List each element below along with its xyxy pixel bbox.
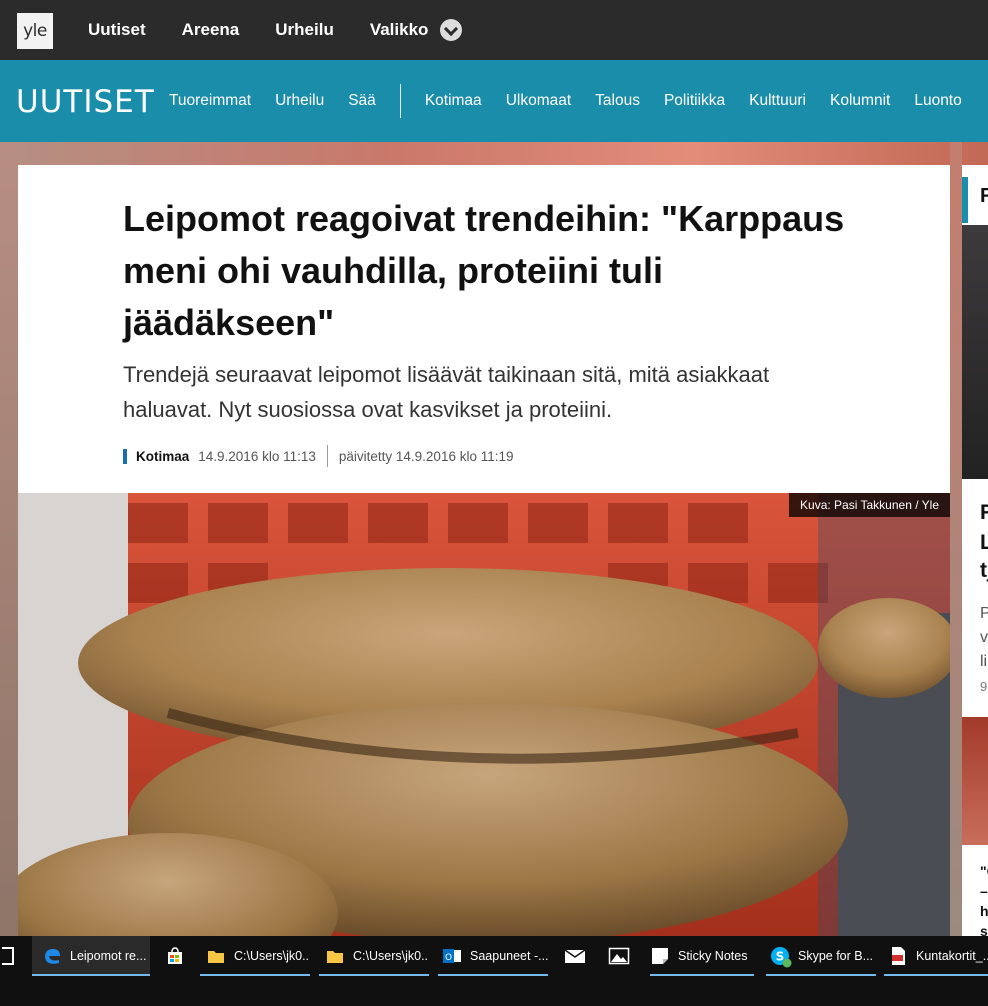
article-headline: Leipomot reagoivat trendeihin: "Karppaus… (123, 198, 845, 343)
sidebar-header (962, 177, 968, 223)
section-nav-kotimaa[interactable]: Kotimaa (425, 92, 482, 110)
open-indicator (319, 974, 429, 976)
section-nav-ulkomaat[interactable]: Ulkomaat (506, 92, 571, 110)
menu-label: Valikko (369, 20, 429, 39)
taskbar-item-label: Kuntakortit_... (916, 949, 988, 963)
article-card: Leipomot reagoivat trendeihin: "Karppaus… (18, 165, 950, 936)
photo-credit: Kuva: Pasi Takkunen / Yle (789, 493, 950, 517)
taskbar-item-sticky-notes[interactable]: Sticky Notes (650, 936, 754, 976)
taskbar-item-label: Sticky Notes (678, 949, 748, 963)
yle-logo[interactable]: yle (17, 13, 53, 49)
top-nav-uutiset[interactable]: Uutiset (88, 20, 146, 40)
taskbar-item-explorer-2[interactable]: C:\Users\jk0... (319, 936, 429, 976)
folder-icon (325, 946, 345, 966)
page-background-left (0, 142, 18, 936)
sticky-notes-icon (650, 946, 670, 966)
taskbar-item-edge[interactable]: Leipomot re... (32, 936, 150, 976)
uutiset-logo[interactable]: UUTISET (16, 84, 155, 120)
photos-icon (608, 946, 630, 966)
taskbar-item-label: Skype for B... (798, 949, 874, 963)
open-indicator (650, 974, 754, 976)
sidebar-headline-fragment-5[interactable]: – (980, 883, 988, 899)
yle-top-bar: yle Uutiset Areena Urheilu Valikko (0, 0, 988, 60)
sidebar-cutoff: F F L tj P v li 9 "C – h s (962, 165, 988, 936)
section-nav-luonto[interactable]: Luonto (914, 92, 961, 110)
outlook-icon: O (442, 946, 462, 966)
sidebar-time-fragment: 9 (980, 679, 988, 694)
uutiset-section-bar: UUTISET Tuoreimmat Urheilu Sää Kotimaa U… (0, 60, 988, 142)
open-indicator (766, 974, 876, 976)
taskbar-item-mail[interactable] (558, 936, 590, 976)
section-nav-talous[interactable]: Talous (595, 92, 640, 110)
sidebar-headline-fragment-2[interactable]: L (980, 531, 988, 555)
store-icon (165, 946, 185, 966)
edge-icon (42, 946, 62, 966)
sidebar-header-text: F (980, 185, 988, 207)
taskbar-item-store[interactable] (160, 936, 190, 976)
section-nav-urheilu[interactable]: Urheilu (275, 92, 324, 110)
open-indicator (438, 974, 548, 976)
top-nav: Uutiset Areena Urheilu Valikko (88, 0, 498, 60)
sidebar-image-1[interactable] (962, 225, 988, 479)
meta-divider (326, 445, 328, 467)
article-photo: Kuva: Pasi Takkunen / Yle (18, 493, 950, 936)
sidebar-headline-fragment-3[interactable]: tj (980, 559, 988, 583)
sidebar-headline-fragment-6[interactable]: h (980, 903, 988, 919)
section-nav-kolumnit[interactable]: Kolumnit (830, 92, 890, 110)
open-indicator (200, 974, 310, 976)
sidebar-headline-fragment[interactable]: F (980, 501, 988, 525)
publish-time: 14.9.2016 klo 11:13 (198, 448, 316, 464)
taskbar-item-label: Saapuneet -... (470, 949, 548, 963)
article-meta: Kotimaa 14.9.2016 klo 11:13 päivitetty 1… (123, 445, 514, 467)
chevron-down-icon (440, 19, 463, 41)
skype-icon: S (770, 946, 792, 968)
nav-divider (399, 84, 401, 118)
sidebar-lead-fragment: P (980, 605, 988, 622)
section-nav-saa[interactable]: Sää (348, 92, 376, 110)
taskbar-item-label: Leipomot re... (70, 949, 147, 963)
taskbar-item-photos[interactable] (602, 936, 634, 976)
open-indicator (884, 974, 988, 976)
taskbar-row: Leipomot re... C:\Users\jk0... C:\Users\… (0, 936, 988, 976)
taskbar-item-outlook[interactable]: O Saapuneet -... (438, 936, 548, 976)
section-nav-politiikka[interactable]: Politiikka (664, 92, 725, 110)
folder-icon (206, 946, 226, 966)
section-nav-kulttuuri[interactable]: Kulttuuri (749, 92, 806, 110)
task-view-button[interactable] (0, 936, 22, 976)
taskbar-item-label: C:\Users\jk0... (353, 949, 429, 963)
sidebar-lead-fragment-2: v (980, 629, 988, 646)
pdf-icon (888, 946, 908, 966)
sidebar-headline-fragment-4[interactable]: "C (980, 863, 988, 879)
taskbar-item-explorer-1[interactable]: C:\Users\jk0... (200, 936, 310, 976)
article-category-link[interactable]: Kotimaa (123, 448, 189, 464)
svg-text:O: O (445, 953, 452, 963)
task-view-icon (2, 947, 14, 965)
taskbar-item-pdf[interactable]: Kuntakortit_... (884, 936, 988, 976)
update-time: päivitetty 14.9.2016 klo 11:19 (338, 448, 514, 464)
top-nav-urheilu[interactable]: Urheilu (275, 20, 334, 40)
taskbar-item-label: C:\Users\jk0... (234, 949, 310, 963)
article-lead: Trendejä seuraavat leipomot lisäävät tai… (123, 362, 770, 422)
sidebar-lead-fragment-3: li (980, 653, 988, 670)
sidebar-headline-fragment-7[interactable]: s (980, 923, 988, 936)
section-nav-tuoreimmat[interactable]: Tuoreimmat (169, 92, 251, 110)
page-background-gutter (950, 142, 962, 936)
section-nav: Tuoreimmat Urheilu Sää Kotimaa Ulkomaat … (169, 60, 986, 142)
menu-button[interactable]: Valikko (370, 19, 499, 41)
top-nav-areena[interactable]: Areena (182, 20, 240, 40)
taskbar-item-skype[interactable]: S Skype for B... (766, 936, 876, 976)
windows-taskbar: Leipomot re... C:\Users\jk0... C:\Users\… (0, 936, 988, 1006)
sidebar-image-2[interactable] (962, 717, 988, 845)
active-indicator (32, 974, 150, 976)
mail-icon (564, 946, 586, 966)
bread-photo-illustration (18, 493, 950, 936)
